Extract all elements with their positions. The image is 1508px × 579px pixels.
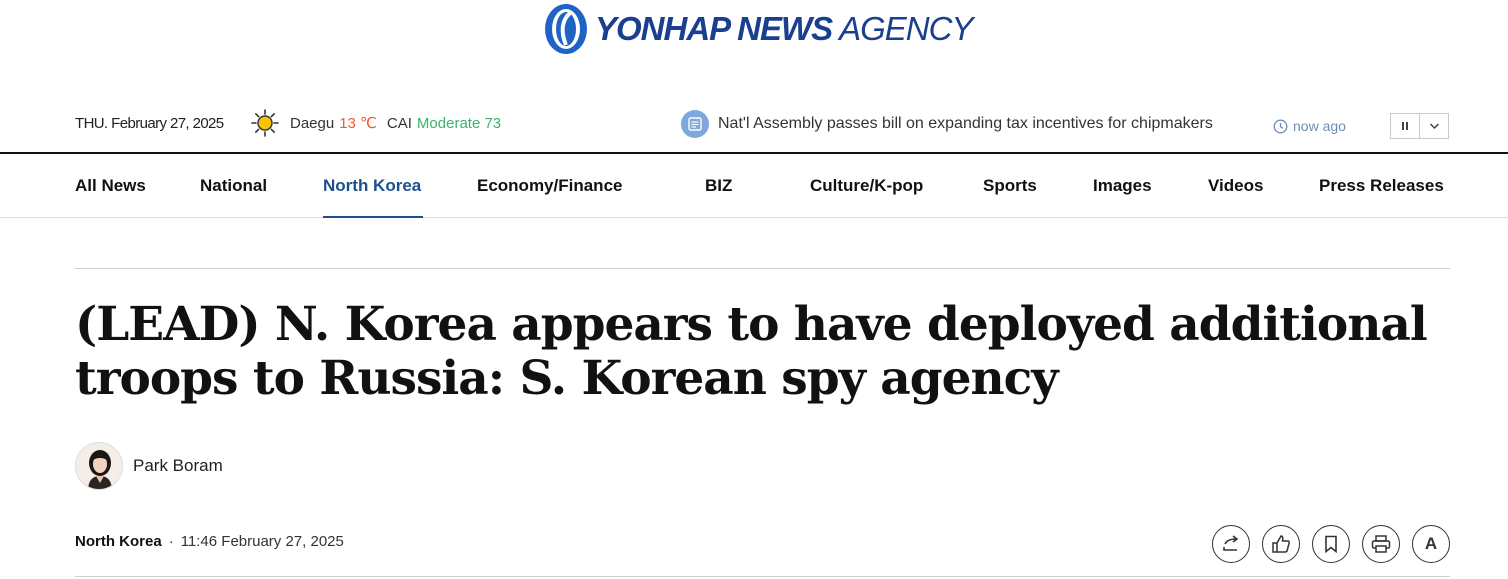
nav-item-national[interactable]: National xyxy=(200,176,267,196)
font-size-icon: A xyxy=(1424,534,1438,553)
weather-temperature: 13 ℃ xyxy=(339,115,377,132)
bookmark-button[interactable] xyxy=(1312,525,1350,563)
article-meta: North Korea · 11:46 February 27, 2025 xyxy=(75,533,344,550)
main-nav: All News National North Korea Economy/Fi… xyxy=(0,152,1508,218)
chevron-down-icon xyxy=(1429,123,1439,130)
logo-text-light: AGENCY xyxy=(839,10,973,47)
author-name[interactable]: Park Boram xyxy=(133,456,223,476)
cai-value: Moderate 73 xyxy=(416,114,502,132)
site-logo[interactable]: YONHAP NEWS AGENCY xyxy=(543,3,973,55)
nav-item-press-releases[interactable]: Press Releases xyxy=(1319,176,1444,196)
pause-icon xyxy=(1402,122,1408,130)
clock-icon xyxy=(1273,119,1288,133)
nav-item-videos[interactable]: Videos xyxy=(1208,176,1263,196)
article-tools: A xyxy=(1212,525,1450,563)
article-timestamp: 11:46 February 27, 2025 xyxy=(180,533,344,550)
bookmark-icon xyxy=(1325,535,1337,553)
current-date: THU. February 27, 2025 xyxy=(75,115,224,132)
nav-item-biz[interactable]: BIZ xyxy=(705,176,732,196)
like-button[interactable] xyxy=(1262,525,1300,563)
ticker-time: now ago xyxy=(1273,118,1346,134)
divider xyxy=(75,268,1450,269)
weather-city: Daegu xyxy=(290,114,335,132)
print-icon xyxy=(1371,535,1391,553)
share-icon xyxy=(1223,535,1239,551)
print-button[interactable] xyxy=(1362,525,1400,563)
time-ago-text: now ago xyxy=(1293,118,1346,134)
breaking-news-ticker[interactable]: Nat'l Assembly passes bill on expanding … xyxy=(681,110,1213,138)
news-icon xyxy=(681,110,709,138)
share-button[interactable] xyxy=(1212,525,1250,563)
active-nav-indicator xyxy=(323,216,423,218)
top-info-bar: THU. February 27, 2025 Daegu 13 ℃ CAI Mo… xyxy=(0,98,1508,152)
meta-separator: · xyxy=(168,533,174,550)
author-byline[interactable]: Park Boram xyxy=(75,442,223,490)
thumbs-up-icon xyxy=(1272,535,1290,553)
article-title: (LEAD) N. Korea appears to have deployed… xyxy=(75,297,1428,406)
logo-text-bold: YONHAP NEWS xyxy=(595,10,833,47)
nav-item-images[interactable]: Images xyxy=(1093,176,1152,196)
nav-item-all-news[interactable]: All News xyxy=(75,176,146,196)
ticker-pause-button[interactable] xyxy=(1390,113,1420,139)
font-size-button[interactable]: A xyxy=(1412,525,1450,563)
ticker-expand-button[interactable] xyxy=(1419,113,1449,139)
nav-item-sports[interactable]: Sports xyxy=(983,176,1037,196)
nav-item-culture-kpop[interactable]: Culture/K-pop xyxy=(810,176,923,196)
article-section[interactable]: North Korea xyxy=(75,533,162,550)
divider xyxy=(75,576,1450,577)
cai-label: CAI xyxy=(386,114,412,132)
ticker-headline[interactable]: Nat'l Assembly passes bill on expanding … xyxy=(718,115,1213,133)
weather-widget[interactable]: Daegu 13 ℃ CAI Moderate 73 xyxy=(250,108,501,138)
yonhap-logo-icon xyxy=(545,4,587,54)
nav-item-economy-finance[interactable]: Economy/Finance xyxy=(477,176,622,196)
nav-item-north-korea[interactable]: North Korea xyxy=(323,176,421,196)
sun-icon xyxy=(251,109,279,137)
author-avatar[interactable] xyxy=(75,442,123,490)
